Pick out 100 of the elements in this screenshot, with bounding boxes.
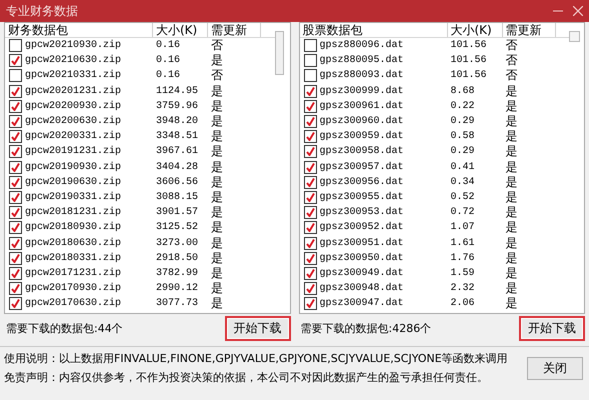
file-name: gpcw20210630.zip (25, 55, 122, 66)
file-size: 101.56 (450, 70, 488, 82)
file-size: 3077.73 (155, 298, 200, 310)
checkbox[interactable] (304, 297, 316, 310)
update-label: 是 (210, 82, 224, 100)
checkbox[interactable] (304, 266, 316, 280)
update-label: 是 (504, 280, 518, 298)
usage-note: 使用说明：以上数据用FINVALUE,FINONE,GPJYVALUE,GPJYONE,SCJYVALUE,SCJYONE等函数来调用 (4, 351, 509, 366)
file-name: gpcw20190331.zip (25, 192, 122, 203)
checkbox[interactable] (9, 84, 22, 98)
file-name: gpsz300961.dat (320, 100, 404, 112)
scrollbar-thumb[interactable] (274, 31, 284, 75)
checkbox[interactable] (304, 115, 316, 128)
update-label: 是 (504, 128, 518, 146)
update-label: 是 (210, 204, 224, 222)
update-label: 是 (504, 204, 518, 222)
file-name: gpsz300955.dat (320, 192, 404, 203)
file-name: gpsz300959.dat (320, 131, 404, 142)
update-label: 是 (504, 264, 518, 282)
checkbox[interactable] (9, 236, 22, 250)
file-size: 0.16 (155, 70, 182, 82)
checkbox[interactable] (304, 84, 316, 98)
checkbox[interactable] (304, 69, 316, 82)
checkbox[interactable] (9, 160, 22, 174)
checkbox[interactable] (9, 266, 22, 280)
checkbox[interactable] (9, 145, 22, 158)
column-header[interactable]: 需更新 (502, 23, 556, 37)
checkbox[interactable] (9, 100, 22, 113)
checkbox[interactable] (304, 54, 316, 68)
file-size: 0.72 (450, 207, 476, 218)
checkbox[interactable] (304, 160, 316, 174)
checkbox[interactable] (9, 190, 22, 204)
file-name: gpsz300960.dat (320, 116, 404, 128)
column-header[interactable]: 需更新 (208, 23, 261, 37)
file-name: gpcw20180331.zip (25, 252, 122, 264)
package-count: 需要下载的数据包:4286个 (300, 320, 432, 336)
file-name: gpcw20190630.zip (25, 176, 122, 188)
file-size: 3273.00 (155, 238, 200, 249)
close-icon[interactable] (573, 6, 583, 16)
checkbox[interactable] (9, 282, 22, 296)
package-count: 需要下载的数据包:44个 (5, 320, 123, 336)
file-name: gpcw20170930.zip (25, 283, 122, 294)
update-label: 是 (504, 98, 518, 115)
checkbox[interactable] (304, 236, 316, 250)
checkbox[interactable] (304, 190, 316, 204)
update-label: 是 (504, 234, 518, 252)
checkbox[interactable] (304, 100, 316, 113)
checkbox[interactable] (304, 130, 316, 144)
file-name: gpcw20180930.zip (25, 222, 122, 234)
checkbox[interactable] (9, 176, 22, 189)
checkbox[interactable] (9, 54, 22, 68)
file-name: gpsz880093.dat (320, 70, 404, 82)
file-name: gpcw20200331.zip (25, 131, 122, 142)
checkbox[interactable] (9, 297, 22, 310)
update-label: 是 (504, 188, 518, 206)
file-size: 2918.50 (155, 252, 200, 264)
update-label: 是 (504, 295, 518, 312)
file-size: 2.06 (450, 298, 476, 310)
close-button[interactable]: 关闭 (527, 356, 583, 380)
file-size: 1.76 (450, 252, 476, 264)
start-download-button[interactable]: 开始下载 (224, 316, 290, 340)
file-size: 101.56 (450, 55, 488, 66)
update-label: 是 (210, 113, 224, 130)
update-label: 是 (210, 188, 224, 206)
checkbox[interactable] (304, 145, 316, 158)
checkbox[interactable] (9, 252, 22, 265)
file-name: gpsz300949.dat (320, 268, 404, 279)
update-label: 是 (210, 250, 224, 267)
checkbox[interactable] (9, 39, 22, 52)
checkbox[interactable] (304, 252, 316, 265)
checkbox[interactable] (9, 206, 22, 220)
file-name: gpcw20190930.zip (25, 162, 122, 173)
column-header[interactable]: 股票数据包 (300, 23, 448, 37)
column-header[interactable]: 大小(K) (153, 23, 208, 37)
start-download-button[interactable]: 开始下载 (519, 316, 585, 340)
file-name: gpsz880095.dat (320, 55, 404, 66)
column-header[interactable]: 财务数据包 (5, 23, 153, 37)
file-name: gpcw20200630.zip (25, 116, 122, 128)
file-name: gpsz300958.dat (320, 146, 404, 158)
checkbox[interactable] (9, 115, 22, 128)
minimize-icon[interactable] (553, 10, 563, 12)
file-name: gpsz300952.dat (320, 222, 404, 234)
file-size: 3125.52 (155, 222, 200, 234)
checkbox[interactable] (9, 130, 22, 144)
update-label: 是 (210, 174, 224, 191)
checkbox[interactable] (9, 69, 22, 82)
file-size: 3404.28 (155, 162, 200, 173)
checkbox[interactable] (304, 206, 316, 220)
file-size: 3901.57 (155, 207, 200, 218)
update-label: 是 (210, 158, 224, 176)
update-label: 否 (210, 67, 224, 84)
file-size: 1124.95 (155, 86, 200, 97)
file-size: 3759.96 (155, 100, 200, 112)
checkbox[interactable] (304, 176, 316, 189)
file-size: 3782.99 (155, 268, 200, 279)
checkbox[interactable] (304, 221, 316, 234)
checkbox[interactable] (9, 221, 22, 234)
column-header[interactable]: 大小(K) (448, 23, 502, 37)
checkbox[interactable] (304, 282, 316, 296)
checkbox[interactable] (304, 39, 316, 52)
